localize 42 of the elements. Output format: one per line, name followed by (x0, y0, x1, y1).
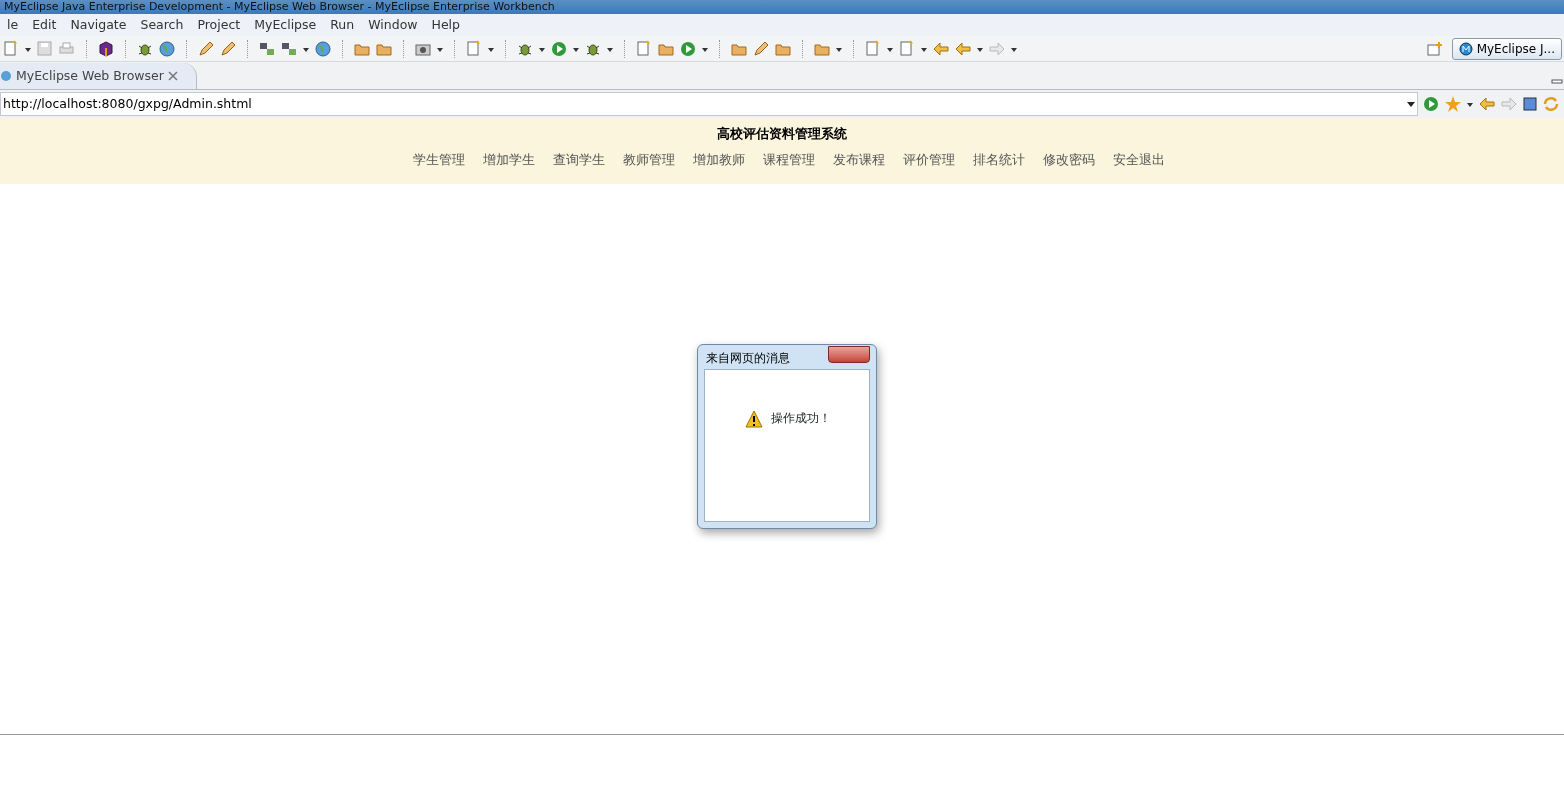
menu-item[interactable]: Edit (25, 14, 64, 36)
run-icon[interactable] (1422, 95, 1440, 113)
menu-item[interactable]: Navigate (63, 14, 134, 36)
pencil-icon[interactable] (219, 39, 237, 58)
perspective-button[interactable]: MyEclipse J... (1451, 37, 1562, 60)
run-icon[interactable] (550, 39, 568, 58)
nav-link[interactable]: 增加教师 (693, 149, 745, 169)
nav-link[interactable]: 学生管理 (413, 149, 465, 169)
nav-link[interactable]: 教师管理 (623, 149, 675, 169)
caret-icon[interactable] (1407, 99, 1415, 109)
nav-link[interactable]: 评价管理 (903, 149, 955, 169)
url-field[interactable]: http://localhost:8080/gxpg/Admin.shtml (0, 92, 1418, 116)
pencil-icon[interactable] (752, 39, 770, 58)
menu-item[interactable]: le (0, 14, 26, 36)
nav-link[interactable]: 修改密码 (1043, 149, 1095, 169)
pencil-icon[interactable] (197, 39, 215, 58)
cube-icon[interactable] (97, 39, 115, 58)
back-arrow-icon[interactable] (1478, 95, 1496, 113)
warning-icon (745, 410, 763, 428)
nav-link[interactable]: 增加学生 (483, 149, 535, 169)
dialog-message: 操作成功！ (771, 410, 831, 428)
circle-m-icon (1458, 41, 1473, 56)
editor-tab[interactable]: MyEclipse Web Browser (0, 63, 197, 89)
menu-item[interactable]: Search (133, 14, 191, 36)
stop-icon[interactable] (1522, 96, 1538, 112)
nav-link[interactable]: 排名统计 (973, 149, 1025, 169)
window-title: MyEclipse Java Enterprise Development - MyEclipse Web Browser - MyEclipse Enterprise Workbench (0, 0, 1564, 14)
menu-item[interactable]: Run (323, 14, 362, 36)
nav-link[interactable]: 查询学生 (553, 149, 605, 169)
close-icon[interactable] (167, 71, 178, 81)
dialog-title: 来自网页的消息 (706, 350, 790, 367)
page-title: 高校评估资料管理系统 (716, 125, 848, 143)
nav-link[interactable]: 课程管理 (763, 149, 815, 169)
menu-item[interactable]: Project (190, 14, 248, 36)
close-button[interactable] (828, 346, 870, 363)
star-icon[interactable] (1444, 95, 1462, 113)
nav-link[interactable]: 发布课程 (833, 149, 885, 169)
nav-link[interactable]: 安全退出 (1113, 149, 1165, 169)
menu-item[interactable]: Help (424, 14, 467, 36)
menu-item[interactable]: MyEclipse (247, 14, 324, 36)
run-icon[interactable] (679, 39, 697, 58)
menu-item[interactable]: Window (361, 14, 425, 36)
